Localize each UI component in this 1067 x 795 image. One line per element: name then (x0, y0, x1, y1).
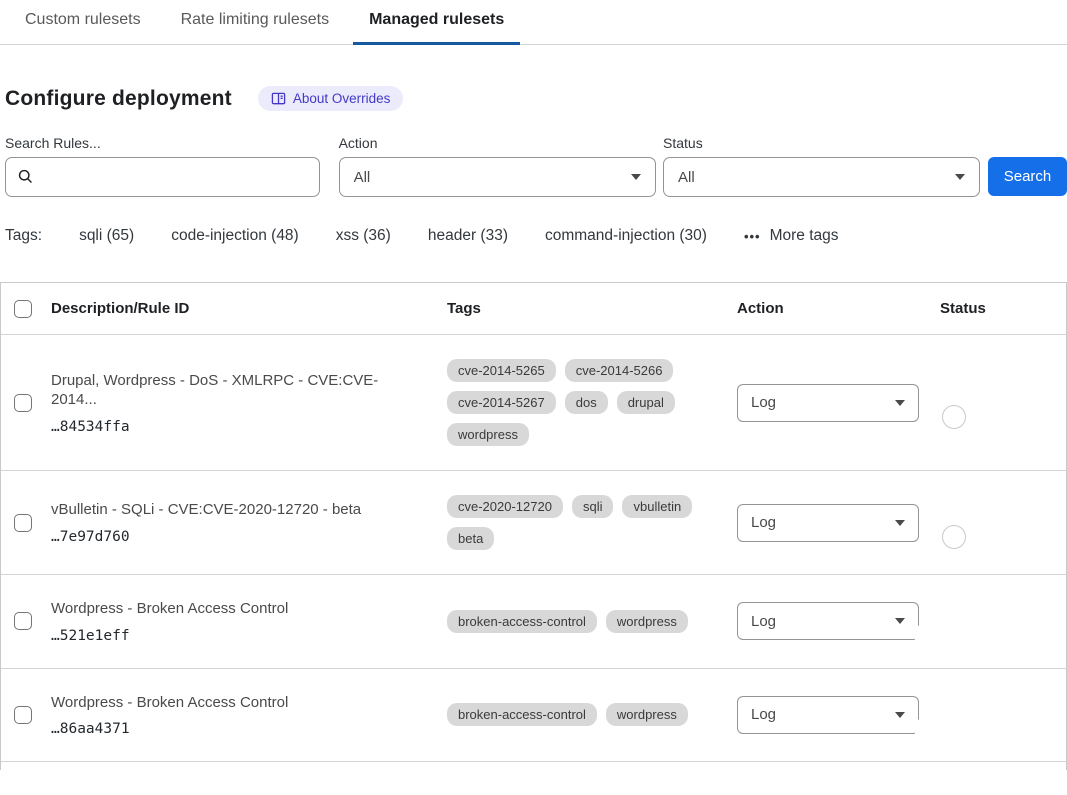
tags-bar-label: Tags: (5, 227, 42, 245)
rule-id: …84534ffa (51, 419, 447, 435)
chevron-down-icon (895, 712, 905, 718)
toggle-state-icon: ✕ (920, 515, 931, 531)
toggle-state-icon: ✕ (920, 395, 931, 411)
rule-action-value: Log (751, 514, 776, 531)
rule-description-cell: Drupal, Wordpress - DoS - XMLRPC - CVE:C… (51, 371, 447, 435)
tag-pill: cve-2014-5265 (447, 359, 556, 382)
toggle-knob (942, 405, 966, 429)
rule-tags: cve-2020-12720 sqli vbulletin beta (447, 495, 737, 550)
search-icon (17, 168, 34, 185)
action-filter-label: Action (339, 135, 656, 151)
tags-bar: Tags: sqli (65) code-injection (48) xss … (5, 227, 1067, 245)
row-checkbox[interactable] (14, 706, 32, 724)
action-filter-value: All (354, 169, 371, 186)
toggle-knob (914, 717, 938, 741)
tag-filter-header[interactable]: header (33) (428, 227, 508, 245)
tag-pill: drupal (617, 391, 675, 414)
row-checkbox[interactable] (14, 612, 32, 630)
toggle-state-icon: ✓ (949, 707, 960, 723)
tag-pill: wordpress (606, 610, 688, 633)
rule-action-value: Log (751, 613, 776, 630)
status-filter-value: All (678, 169, 695, 186)
action-filter-select[interactable]: All (339, 157, 656, 197)
tag-pill: cve-2020-12720 (447, 495, 563, 518)
tag-filter-command-injection[interactable]: command-injection (30) (545, 227, 707, 245)
tag-pill: wordpress (606, 703, 688, 726)
toggle-knob (942, 525, 966, 549)
rule-tags: broken-access-control wordpress (447, 610, 737, 633)
tab-custom-rulesets[interactable]: Custom rulesets (9, 0, 157, 44)
rule-tags: broken-access-control wordpress (447, 703, 737, 726)
chevron-down-icon (895, 400, 905, 406)
tag-pill: broken-access-control (447, 703, 597, 726)
chevron-down-icon (895, 618, 905, 624)
tag-filter-sqli[interactable]: sqli (65) (79, 227, 134, 245)
heading-row: Configure deployment About Overrides (5, 86, 1067, 111)
tag-pill: sqli (572, 495, 614, 518)
tag-pill: wordpress (447, 423, 529, 446)
toggle-knob (914, 623, 938, 647)
book-icon (271, 91, 286, 106)
rule-description-cell: Wordpress - Broken Access Control …521e1… (51, 599, 447, 644)
rule-description-cell: vBulletin - SQLi - CVE:CVE-2020-12720 - … (51, 500, 447, 545)
status-filter-label: Status (663, 135, 980, 151)
filter-bar: Search Rules... Action All Status All Se… (5, 135, 1067, 197)
table-header-row: Description/Rule ID Tags Action Status (1, 283, 1066, 335)
rule-tags: cve-2014-5265 cve-2014-5266 cve-2014-5267 d… (447, 359, 737, 446)
next-row-sliver (0, 762, 1067, 770)
rule-description: vBulletin - SQLi - CVE:CVE-2020-12720 - … (51, 500, 447, 520)
rule-description: Wordpress - Broken Access Control (51, 693, 447, 713)
tag-filter-xss[interactable]: xss (36) (336, 227, 391, 245)
row-checkbox[interactable] (14, 394, 32, 412)
rule-action-select[interactable]: Log (737, 504, 919, 542)
rule-action-select[interactable]: Log (737, 384, 919, 422)
table-row: Wordpress - Broken Access Control …86aa4… (1, 669, 1066, 763)
search-rules-input[interactable] (5, 157, 320, 197)
table-row: Wordpress - Broken Access Control …521e1… (1, 575, 1066, 669)
tag-pill: dos (565, 391, 608, 414)
col-header-status: Status (940, 300, 1066, 317)
rule-action-value: Log (751, 394, 776, 411)
rule-action-select[interactable]: Log (737, 602, 919, 640)
tag-pill: beta (447, 527, 494, 550)
rule-id: …521e1eff (51, 628, 447, 644)
table-row: Drupal, Wordpress - DoS - XMLRPC - CVE:C… (1, 335, 1066, 471)
tag-pill: cve-2014-5267 (447, 391, 556, 414)
select-all-checkbox[interactable] (14, 300, 32, 318)
rule-action-value: Log (751, 706, 776, 723)
more-tags-button[interactable]: ••• More tags (744, 227, 839, 245)
tab-rate-limiting-rulesets[interactable]: Rate limiting rulesets (165, 0, 346, 44)
chevron-down-icon (955, 174, 965, 180)
rule-description-cell: Wordpress - Broken Access Control …86aa4… (51, 693, 447, 738)
ellipsis-icon: ••• (744, 229, 761, 244)
rules-table: Description/Rule ID Tags Action Status D… (0, 282, 1067, 762)
page-title: Configure deployment (5, 87, 232, 111)
row-checkbox[interactable] (14, 514, 32, 532)
rule-action-select[interactable]: Log (737, 696, 919, 734)
rule-id: …86aa4371 (51, 721, 447, 737)
about-overrides-link[interactable]: About Overrides (258, 86, 404, 111)
tag-pill: cve-2014-5266 (565, 359, 674, 382)
about-overrides-label: About Overrides (293, 91, 391, 106)
tab-managed-rulesets[interactable]: Managed rulesets (353, 0, 520, 44)
status-filter-select[interactable]: All (663, 157, 980, 197)
col-header-description: Description/Rule ID (51, 300, 447, 317)
toggle-state-icon: ✓ (949, 613, 960, 629)
tag-filter-code-injection[interactable]: code-injection (48) (171, 227, 299, 245)
chevron-down-icon (631, 174, 641, 180)
table-row: vBulletin - SQLi - CVE:CVE-2020-12720 - … (1, 471, 1066, 575)
ruleset-tabs: Custom rulesets Rate limiting rulesets M… (0, 0, 1067, 45)
col-header-action: Action (737, 300, 940, 317)
search-button[interactable]: Search (988, 157, 1067, 196)
more-tags-label: More tags (770, 227, 839, 245)
search-rules-label: Search Rules... (5, 135, 320, 151)
tag-pill: broken-access-control (447, 610, 597, 633)
rule-description: Drupal, Wordpress - DoS - XMLRPC - CVE:C… (51, 371, 447, 410)
rule-id: …7e97d760 (51, 529, 447, 545)
tag-pill: vbulletin (622, 495, 692, 518)
chevron-down-icon (895, 520, 905, 526)
rule-description: Wordpress - Broken Access Control (51, 599, 447, 619)
col-header-tags: Tags (447, 300, 737, 317)
